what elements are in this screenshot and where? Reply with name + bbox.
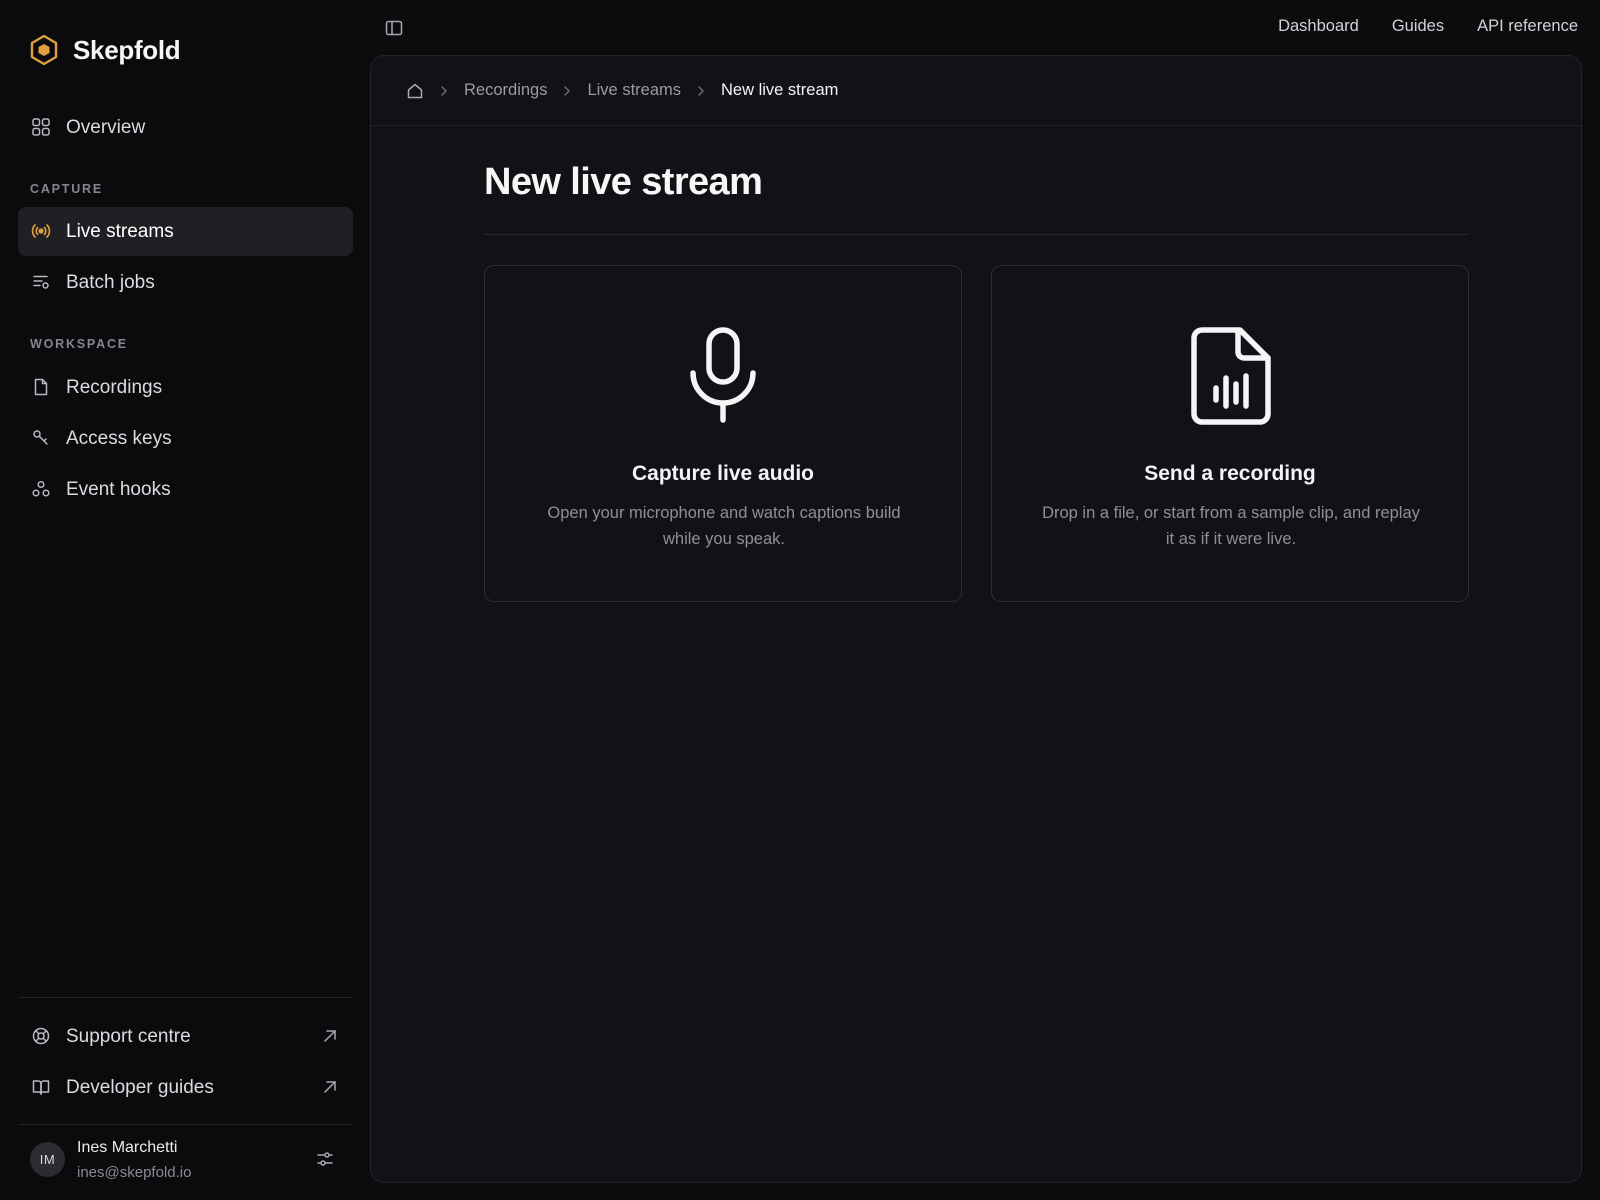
microphone-icon <box>673 326 773 426</box>
topnav-guides-link[interactable]: Guides <box>1392 17 1444 36</box>
list-check-icon <box>31 272 51 292</box>
sidebar-item-label: Support centre <box>66 1025 191 1047</box>
sidebar-item-overview[interactable]: Overview <box>18 103 353 152</box>
card-title: Send a recording <box>1144 462 1316 485</box>
brand-name: Skepfold <box>73 34 181 65</box>
section-label-workspace: WORKSPACE <box>30 337 128 351</box>
top-nav: Dashboard Guides API reference <box>1278 17 1578 36</box>
brand[interactable]: Skepfold <box>30 33 181 67</box>
audio-file-icon <box>1180 326 1280 426</box>
sidebar: Skepfold Overview CAPTURE Live streams B… <box>0 0 370 1200</box>
sidebar-item-label: Overview <box>66 116 146 138</box>
breadcrumb-recordings[interactable]: Recordings <box>464 81 547 100</box>
key-icon <box>31 428 51 448</box>
book-icon <box>31 1077 51 1097</box>
file-icon <box>31 377 51 397</box>
sidebar-item-label: Batch jobs <box>66 271 155 293</box>
sidebar-item-label: Developer guides <box>66 1076 214 1098</box>
send-recording-card[interactable]: Send a recording Drop in a file, or star… <box>991 265 1469 602</box>
card-title: Capture live audio <box>631 462 815 485</box>
external-link-icon <box>321 1027 339 1045</box>
card-description: Open your microphone and watch captions … <box>547 504 901 548</box>
lifebuoy-icon <box>31 1026 51 1046</box>
avatar: IM <box>30 1142 65 1177</box>
capture-live-audio-card[interactable]: Capture live audio Open your microphone … <box>484 265 962 602</box>
app: Skepfold Overview CAPTURE Live streams B… <box>0 0 1600 1200</box>
page-title: New live stream <box>484 161 763 203</box>
sidebar-item-label: Access keys <box>66 427 172 449</box>
section-label-capture: CAPTURE <box>30 182 104 196</box>
chevron-right-icon <box>437 84 451 98</box>
broadcast-icon <box>31 221 51 241</box>
topnav-api-reference-link[interactable]: API reference <box>1477 17 1578 36</box>
topnav-dashboard-link[interactable]: Dashboard <box>1278 17 1359 36</box>
sidebar-item-label: Recordings <box>66 376 163 398</box>
user-email: ines@skepfold.io <box>77 1164 192 1181</box>
main-panel: Recordings Live streams New live stream … <box>370 55 1582 1183</box>
sidebar-divider <box>18 1124 353 1125</box>
grid-icon <box>31 117 51 137</box>
breadcrumb-live-streams[interactable]: Live streams <box>587 81 681 100</box>
hexagon-logo-icon <box>30 34 58 66</box>
title-divider <box>484 234 1469 235</box>
sidebar-item-live-streams[interactable]: Live streams <box>18 207 353 256</box>
chevron-right-icon <box>694 84 708 98</box>
user-profile[interactable]: IM Ines Marchetti ines@skepfold.io <box>30 1139 350 1186</box>
sidebar-item-recordings[interactable]: Recordings <box>18 363 353 412</box>
external-link-icon <box>321 1078 339 1096</box>
sidebar-item-label: Live streams <box>66 220 174 242</box>
sidebar-item-event-hooks[interactable]: Event hooks <box>18 465 353 514</box>
breadcrumb: Recordings Live streams New live stream <box>371 56 1581 126</box>
sliders-icon[interactable] <box>316 1150 334 1168</box>
sidebar-item-batch-jobs[interactable]: Batch jobs <box>18 258 353 307</box>
sidebar-item-label: Event hooks <box>66 478 171 500</box>
chevron-right-icon <box>560 84 574 98</box>
sidebar-item-support-centre[interactable]: Support centre <box>18 1012 353 1061</box>
breadcrumb-current: New live stream <box>721 81 839 99</box>
webhook-icon <box>31 479 51 499</box>
sidebar-divider <box>18 997 353 998</box>
user-name: Ines Marchetti <box>77 1139 178 1156</box>
sidebar-item-access-keys[interactable]: Access keys <box>18 414 353 463</box>
home-icon[interactable] <box>406 82 424 100</box>
sidebar-item-developer-guides[interactable]: Developer guides <box>18 1063 353 1112</box>
card-description: Drop in a file, or start from a sample c… <box>1042 504 1420 548</box>
sidebar-toggle-icon[interactable] <box>385 19 403 37</box>
